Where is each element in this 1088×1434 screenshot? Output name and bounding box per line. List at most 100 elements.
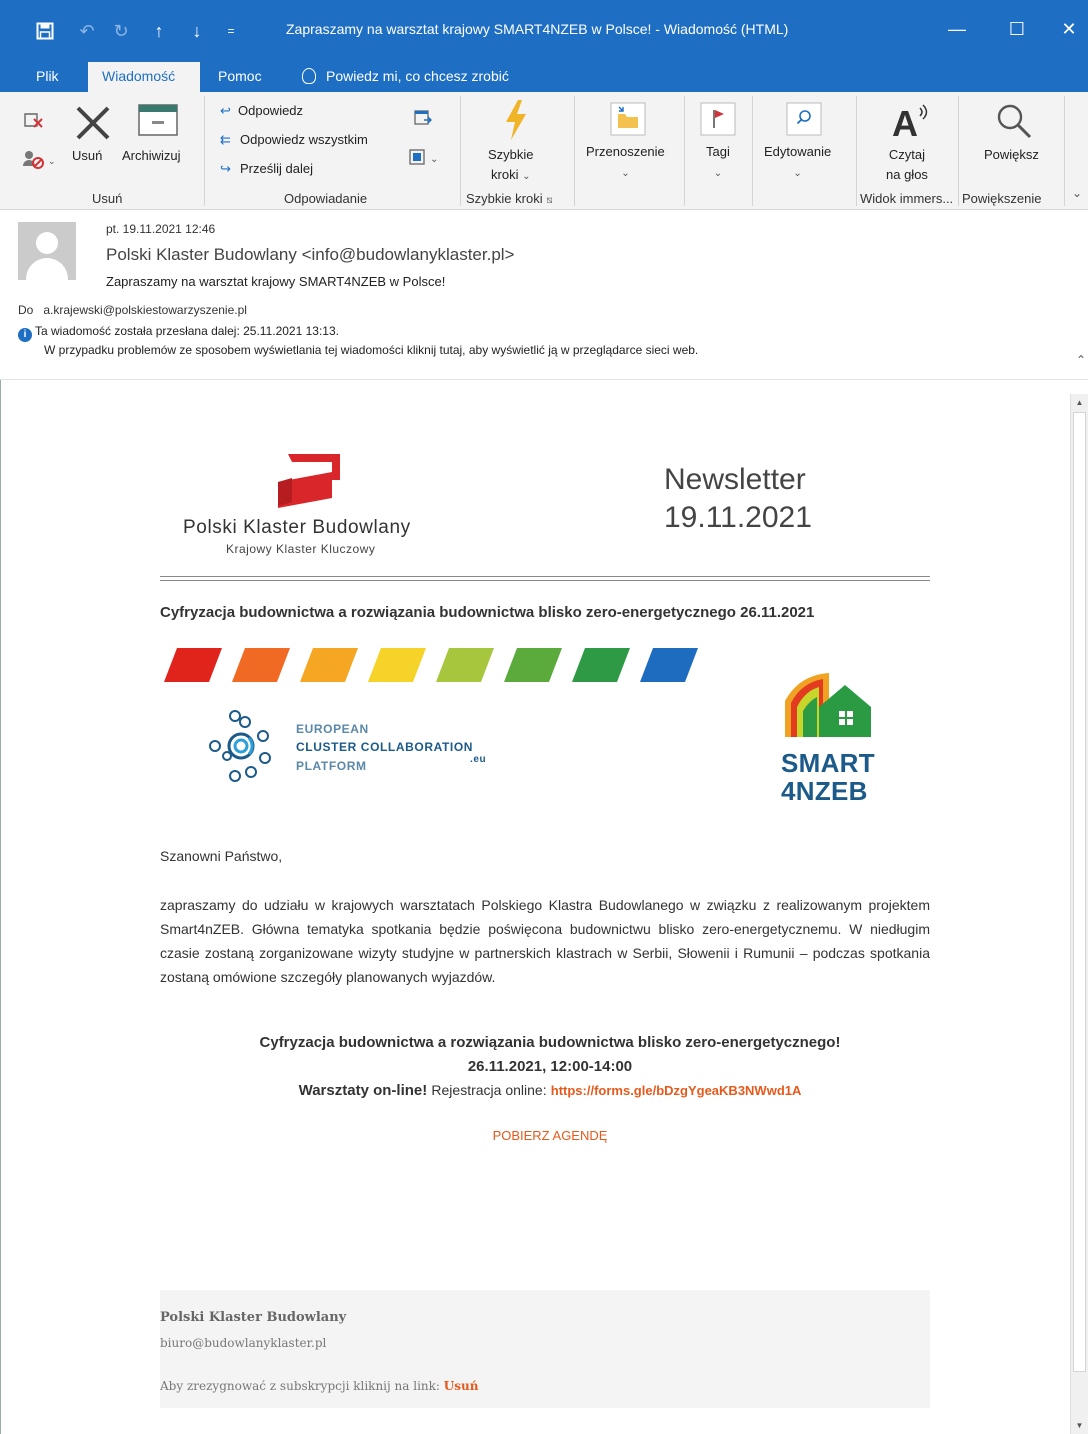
- event-registration-line: Warsztaty on-line! Rejestracja online: h…: [160, 1082, 940, 1099]
- editing-label: Edytowanie: [764, 144, 832, 159]
- read-aloud-line2: na głos: [886, 167, 928, 182]
- move-folder-icon[interactable]: [610, 102, 646, 141]
- lightbulb-icon: [302, 68, 316, 84]
- meeting-reply-icon[interactable]: [414, 108, 432, 131]
- eccp-logo: [205, 708, 285, 793]
- quick-steps-icon[interactable]: [502, 100, 530, 145]
- group-separator: [752, 96, 753, 206]
- minimize-button[interactable]: —: [940, 14, 974, 44]
- delete-icon[interactable]: [74, 104, 112, 147]
- greeting: Szanowni Państwo,: [160, 848, 283, 864]
- pane-edge: [0, 380, 1, 1434]
- subject: Zapraszamy na warsztat krajowy SMART4NZE…: [106, 274, 446, 289]
- chevron-down-icon: ⌄: [621, 168, 630, 179]
- color-stripe: [436, 648, 494, 682]
- more-respond-icon[interactable]: ⌄: [408, 148, 442, 173]
- divider: [160, 580, 930, 581]
- close-button[interactable]: ✕: [1052, 14, 1086, 44]
- archive-button[interactable]: Archiwizuj: [122, 146, 181, 166]
- editing-button[interactable]: Edytowanie ⌄: [764, 142, 831, 184]
- tags-button[interactable]: Tagi ⌄: [706, 142, 730, 184]
- smart4nzeb-wordmark: SMART 4NZEB: [781, 749, 875, 805]
- read-aloud-button[interactable]: Czytaj na głos: [886, 145, 928, 185]
- reply-all-button[interactable]: ⇇ Odpowiedz wszystkim: [220, 129, 368, 151]
- maximize-button[interactable]: ☐: [1000, 14, 1034, 44]
- customize-qat-icon[interactable]: =: [220, 18, 242, 44]
- reply-label: Odpowiedz: [238, 103, 304, 118]
- move-button[interactable]: Przenoszenie ⌄: [586, 142, 665, 184]
- group-delete-label: Usuń: [92, 191, 123, 206]
- forward-button[interactable]: ↪ Prześlij dalej: [220, 158, 313, 180]
- tab-help[interactable]: Pomoc: [204, 62, 276, 92]
- eccp-line2: CLUSTER COLLABORATION: [296, 740, 474, 754]
- zoom-icon[interactable]: [994, 102, 1034, 147]
- avatar: [18, 222, 76, 280]
- scroll-thumb[interactable]: [1073, 412, 1086, 1372]
- reply-all-icon: ⇇: [220, 132, 231, 147]
- pkb-logo-name: Polski Klaster Budowlany: [183, 517, 411, 538]
- smart-line1: SMART: [781, 748, 875, 778]
- ribbon-tabs: Plik Wiadomość Pomoc Powiedz mi, co chce…: [0, 62, 1088, 92]
- reply-all-label: Odpowiedz wszystkim: [240, 132, 368, 147]
- color-stripe: [640, 648, 698, 682]
- svg-text:⌄: ⌄: [48, 156, 56, 166]
- save-icon[interactable]: [34, 18, 56, 44]
- color-stripe: [368, 648, 426, 682]
- undo-icon[interactable]: ↶: [76, 18, 98, 44]
- forward-label: Prześlij dalej: [240, 161, 313, 176]
- zoom-button[interactable]: Powiększ: [984, 145, 1039, 165]
- pkb-logo-subtitle: Krajowy Klaster Kluczowy: [226, 542, 376, 556]
- view-in-browser-info[interactable]: W przypadku problemów ze sposobem wyświe…: [44, 343, 698, 357]
- redo-icon[interactable]: ↻: [110, 18, 132, 44]
- smart-line2: 4NZEB: [781, 776, 868, 806]
- color-stripe: [164, 648, 222, 682]
- chevron-down-icon: ⌄: [793, 168, 802, 179]
- archive-icon[interactable]: [138, 104, 178, 141]
- unsubscribe-line: Aby zrezygnować z subskrypcji kliknij na…: [160, 1379, 478, 1393]
- download-agenda-link[interactable]: POBIERZ AGENDĘ: [160, 1128, 940, 1143]
- divider: [160, 576, 930, 577]
- footer-org-name: Polski Klaster Budowlany: [160, 1310, 347, 1325]
- color-stripe: [300, 648, 358, 682]
- group-separator: [958, 96, 959, 206]
- previous-item-icon[interactable]: ↑: [148, 18, 170, 44]
- quick-steps-button[interactable]: Szybkie kroki ⌄: [488, 145, 534, 187]
- read-aloud-icon[interactable]: A: [890, 102, 932, 147]
- scroll-up-icon[interactable]: ▲: [1071, 394, 1088, 411]
- collapse-header-icon[interactable]: ⌃: [1076, 353, 1086, 367]
- recipient[interactable]: a.krajewski@polskiestowarzyszenie.pl: [43, 303, 247, 317]
- tab-message[interactable]: Wiadomość: [88, 62, 200, 92]
- registration-link[interactable]: https://forms.gle/bDzgYgeaKB3NWwd1A: [551, 1083, 802, 1098]
- forwarded-info[interactable]: i Ta wiadomość została przesłana dalej: 2…: [18, 324, 339, 342]
- event-date: 26.11.2021, 12:00-14:00: [467, 1058, 633, 1075]
- delete-button[interactable]: Usuń: [72, 146, 102, 166]
- editing-search-icon[interactable]: [786, 102, 822, 141]
- tell-me-label: Powiedz mi, co chcesz zrobić: [326, 68, 509, 84]
- ribbon: ⌄ Usuń Archiwizuj Usuń ↩ Odpowiedz ⇇ Odpow…: [0, 92, 1088, 210]
- svg-text:A: A: [892, 103, 918, 142]
- group-zoom-label: Powiększenie: [962, 191, 1042, 206]
- ignore-icon[interactable]: [22, 108, 44, 135]
- tab-file[interactable]: Plik: [22, 62, 73, 92]
- window-title: Zapraszamy na warsztat krajowy SMART4NZE…: [286, 21, 789, 37]
- group-separator: [684, 96, 685, 206]
- tell-me-search[interactable]: Powiedz mi, co chcesz zrobić: [302, 62, 509, 92]
- scroll-down-icon[interactable]: ▼: [1071, 1417, 1088, 1434]
- flag-icon[interactable]: [700, 102, 736, 141]
- unsubscribe-link[interactable]: Usuń: [444, 1379, 479, 1393]
- junk-icon[interactable]: ⌄: [22, 148, 58, 175]
- pkb-logo-mark: [276, 452, 350, 515]
- reply-button[interactable]: ↩ Odpowiedz: [220, 100, 303, 122]
- vertical-scrollbar[interactable]: ▲ ▼: [1070, 394, 1088, 1434]
- group-separator: [1064, 96, 1065, 206]
- move-label: Przenoszenie: [586, 144, 665, 159]
- next-item-icon[interactable]: ↓: [186, 18, 208, 44]
- sender[interactable]: Polski Klaster Budowlany <info@budowlany…: [106, 245, 514, 265]
- group-separator: [460, 96, 461, 206]
- event-online-label: Warsztaty on-line!: [298, 1082, 428, 1099]
- collapse-ribbon-icon[interactable]: ⌄: [1072, 186, 1082, 200]
- dialog-launcher-icon[interactable]: ⧅: [546, 195, 552, 206]
- color-stripe: [232, 648, 290, 682]
- to-label: Do: [18, 303, 34, 317]
- color-stripes: [164, 648, 714, 689]
